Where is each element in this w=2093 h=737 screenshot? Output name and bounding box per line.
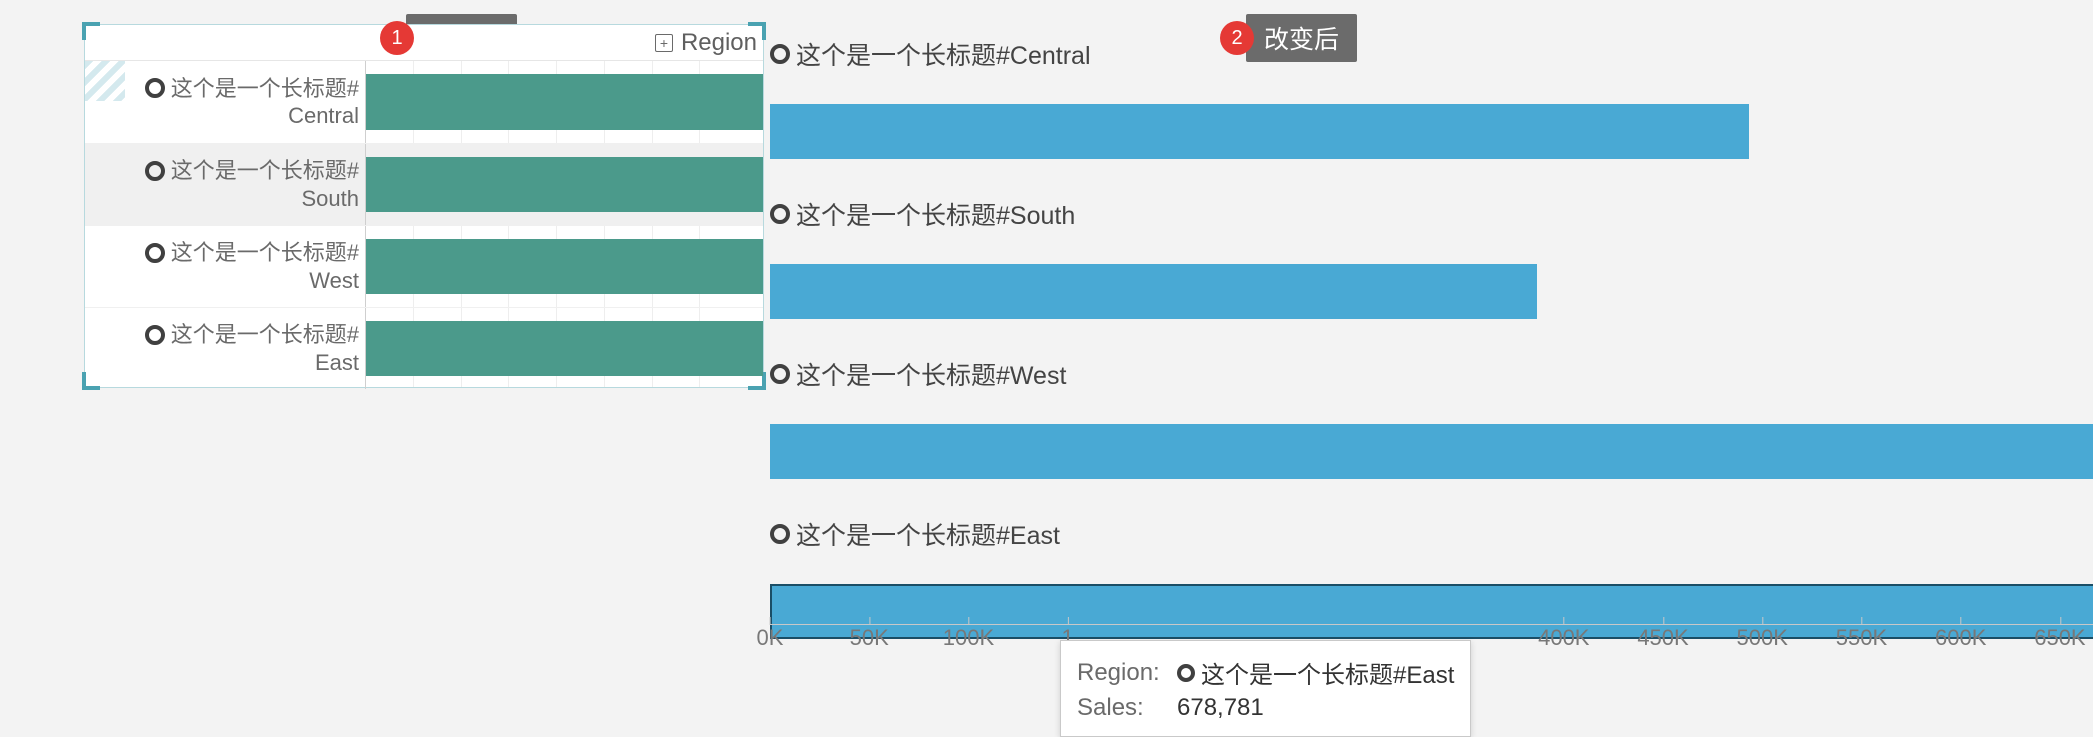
before-header[interactable]: + Region bbox=[85, 25, 763, 61]
marker-icon bbox=[770, 364, 790, 384]
tooltip-key-sales: Sales: bbox=[1077, 694, 1177, 722]
before-row[interactable]: 这个是一个长标题# South bbox=[85, 143, 763, 225]
marker-icon bbox=[1177, 664, 1195, 682]
before-bar[interactable] bbox=[366, 74, 763, 130]
screenshot-root: 1 改变前 2 改变后 + Region 这个是一个长标题# Central bbox=[0, 0, 2093, 721]
after-bar[interactable] bbox=[770, 264, 1537, 319]
tooltip: Region: 这个是一个长标题#East Sales: 678,781 bbox=[1060, 640, 1471, 737]
axis-tick: 400K bbox=[1538, 625, 1589, 651]
marker-icon bbox=[770, 204, 790, 224]
after-bar[interactable] bbox=[770, 104, 1749, 159]
expand-icon[interactable]: + bbox=[655, 34, 673, 52]
before-row[interactable]: 这个是一个长标题# East bbox=[85, 307, 763, 389]
axis-tick: 0K bbox=[757, 625, 784, 651]
before-row[interactable]: 这个是一个长标题# Central bbox=[85, 61, 763, 143]
marker-icon bbox=[770, 524, 790, 544]
tooltip-val-region: 这个是一个长标题#East bbox=[1201, 655, 1454, 690]
marker-icon bbox=[145, 325, 165, 345]
marker-icon bbox=[770, 44, 790, 64]
before-row[interactable]: 这个是一个长标题# West bbox=[85, 225, 763, 307]
axis-tick: 450K bbox=[1637, 625, 1688, 651]
after-row-label: 这个是一个长标题#West bbox=[796, 356, 1066, 392]
before-bar[interactable] bbox=[366, 321, 763, 376]
before-row-label: 这个是一个长标题# East bbox=[85, 308, 365, 389]
before-row-label: 这个是一个长标题# Central bbox=[85, 61, 365, 143]
after-bar[interactable] bbox=[770, 424, 2093, 479]
chart-before-panel: + Region 这个是一个长标题# Central 这个是一个长标题# Sou… bbox=[84, 24, 764, 388]
axis-tick: 50K bbox=[850, 625, 889, 651]
axis-tick: 100K bbox=[943, 625, 994, 651]
before-bar[interactable] bbox=[366, 239, 763, 294]
before-bar[interactable] bbox=[366, 157, 763, 212]
chart-after-panel: 这个是一个长标题#Central 这个是一个长标题#South 这个是一个长标题… bbox=[770, 24, 2093, 664]
tooltip-val-sales: 678,781 bbox=[1177, 694, 1264, 722]
after-row-label: 这个是一个长标题#Central bbox=[796, 36, 1091, 72]
axis-tick: 500K bbox=[1737, 625, 1788, 651]
before-rows: 这个是一个长标题# Central 这个是一个长标题# South 这个是一个长… bbox=[85, 61, 763, 389]
axis-tick: 650K bbox=[2034, 625, 2085, 651]
after-row[interactable]: 这个是一个长标题#South bbox=[770, 184, 2093, 344]
before-row-label: 这个是一个长标题# South bbox=[85, 144, 365, 225]
badge-number-2: 2 bbox=[1220, 21, 1254, 55]
axis-tick: 550K bbox=[1836, 625, 1887, 651]
axis-tick: 600K bbox=[1935, 625, 1986, 651]
after-row-label: 这个是一个长标题#East bbox=[796, 516, 1060, 552]
after-row[interactable]: 这个是一个长标题#West bbox=[770, 344, 2093, 504]
before-row-label: 这个是一个长标题# West bbox=[85, 226, 365, 307]
marker-icon bbox=[145, 78, 165, 98]
marker-icon bbox=[145, 243, 165, 263]
badge-number-1: 1 bbox=[380, 21, 414, 55]
after-row-label: 这个是一个长标题#South bbox=[796, 196, 1075, 232]
marker-icon bbox=[145, 161, 165, 181]
tooltip-key-region: Region: bbox=[1077, 659, 1177, 687]
before-header-title: Region bbox=[681, 29, 757, 57]
after-row[interactable]: 这个是一个长标题#Central bbox=[770, 24, 2093, 184]
